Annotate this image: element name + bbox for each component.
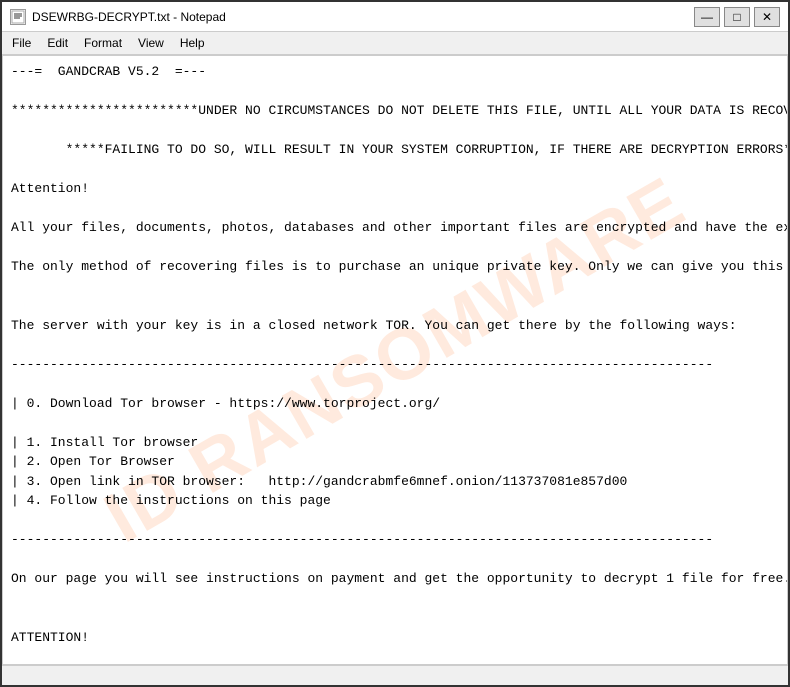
title-bar: DSEWRBG-DECRYPT.txt - Notepad — □ ✕	[2, 2, 788, 32]
minimize-button[interactable]: —	[694, 7, 720, 27]
maximize-button[interactable]: □	[724, 7, 750, 27]
text-editor-area[interactable]: ID RANSOMWARE ---= GANDCRAB V5.2 =--- **…	[2, 55, 788, 665]
text-content: ---= GANDCRAB V5.2 =--- ****************…	[11, 62, 779, 665]
title-bar-left: DSEWRBG-DECRYPT.txt - Notepad	[10, 9, 226, 25]
window-title: DSEWRBG-DECRYPT.txt - Notepad	[32, 10, 226, 24]
menu-edit[interactable]: Edit	[41, 34, 74, 52]
close-button[interactable]: ✕	[754, 7, 780, 27]
status-bar	[2, 665, 788, 685]
window-controls: — □ ✕	[694, 7, 780, 27]
menu-help[interactable]: Help	[174, 34, 211, 52]
menu-format[interactable]: Format	[78, 34, 128, 52]
menu-bar: File Edit Format View Help	[2, 32, 788, 55]
menu-view[interactable]: View	[132, 34, 170, 52]
notepad-window: DSEWRBG-DECRYPT.txt - Notepad — □ ✕ File…	[0, 0, 790, 687]
menu-file[interactable]: File	[6, 34, 37, 52]
status-info	[10, 670, 13, 682]
notepad-icon	[10, 9, 26, 25]
